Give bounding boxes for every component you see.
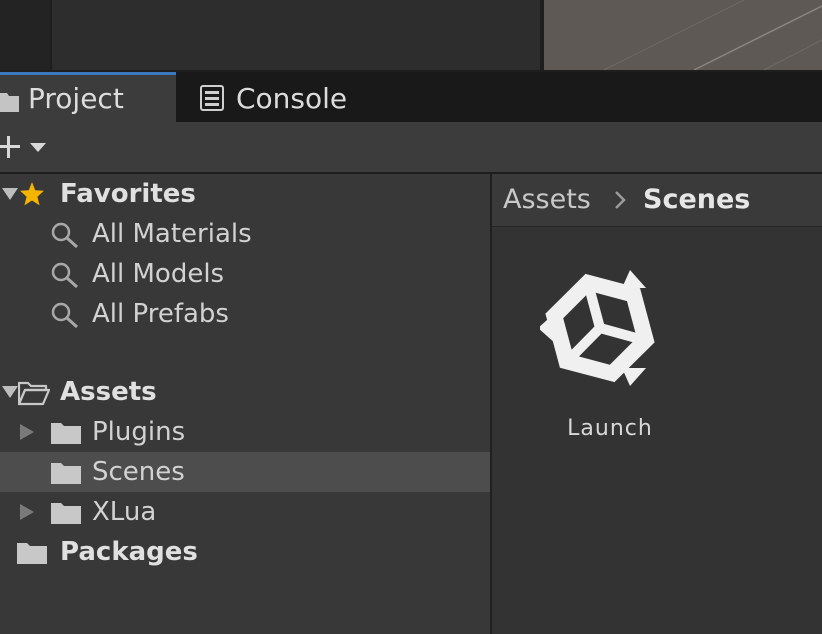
folder-icon	[0, 93, 19, 112]
console-icon	[200, 85, 224, 111]
tree-item-xlua[interactable]: XLua	[0, 492, 490, 532]
folder-icon	[51, 463, 81, 484]
tree-item-label: Scenes	[92, 457, 185, 487]
search-icon	[51, 302, 79, 329]
tree-item-label: All Models	[92, 259, 225, 289]
folder-icon	[51, 423, 81, 444]
tree-item-favorites[interactable]: Favorites	[0, 174, 490, 214]
star-icon	[20, 182, 44, 206]
add-asset-button[interactable]	[0, 132, 50, 162]
tab-project-label: Project	[28, 82, 124, 115]
assets-label: Assets	[60, 377, 157, 407]
folder-open-icon	[18, 381, 50, 406]
tree-item-all-materials[interactable]: All Materials	[0, 214, 490, 254]
favorites-label: Favorites	[60, 179, 196, 209]
scene-grid-lines	[603, 0, 822, 70]
breadcrumb-scenes[interactable]: Scenes	[643, 174, 750, 226]
search-icon	[51, 262, 79, 289]
tree-item-label: All Prefabs	[92, 299, 229, 329]
plus-icon	[0, 136, 46, 158]
project-tree: Favorites All Materials All Models All P…	[0, 174, 490, 634]
tree-item-label: Plugins	[92, 417, 186, 447]
foldout-expanded-icon[interactable]	[2, 188, 18, 200]
tree-item-label: XLua	[92, 497, 157, 527]
top-middle-panel	[52, 0, 540, 70]
caret-down-icon	[30, 143, 46, 152]
search-icon	[51, 222, 79, 249]
tab-console-label: Console	[236, 82, 348, 115]
foldout-expanded-icon[interactable]	[2, 386, 18, 398]
foldout-collapsed-icon[interactable]	[20, 424, 34, 440]
packages-label: Packages	[60, 537, 198, 567]
tree-item-all-prefabs[interactable]: All Prefabs	[0, 294, 490, 334]
tree-item-assets[interactable]: Assets	[0, 372, 490, 412]
project-toolbar	[0, 122, 822, 174]
scene-view-preview[interactable]	[544, 0, 822, 70]
asset-label: Launch	[567, 416, 653, 441]
top-left-panel	[0, 0, 50, 70]
chevron-right-icon	[615, 191, 626, 209]
tree-item-packages[interactable]: Packages	[0, 532, 490, 572]
foldout-collapsed-icon[interactable]	[20, 504, 34, 520]
tree-item-label: All Materials	[92, 219, 252, 249]
unity-scene-icon	[540, 270, 655, 386]
folder-icon	[17, 543, 47, 564]
folder-icon	[51, 503, 81, 524]
tree-item-scenes[interactable]: Scenes	[0, 452, 490, 492]
tree-item-plugins[interactable]: Plugins	[0, 412, 490, 452]
tree-item-all-models[interactable]: All Models	[0, 254, 490, 294]
asset-item-launch[interactable]: Launch	[530, 262, 690, 452]
breadcrumb-assets[interactable]: Assets	[503, 174, 591, 226]
